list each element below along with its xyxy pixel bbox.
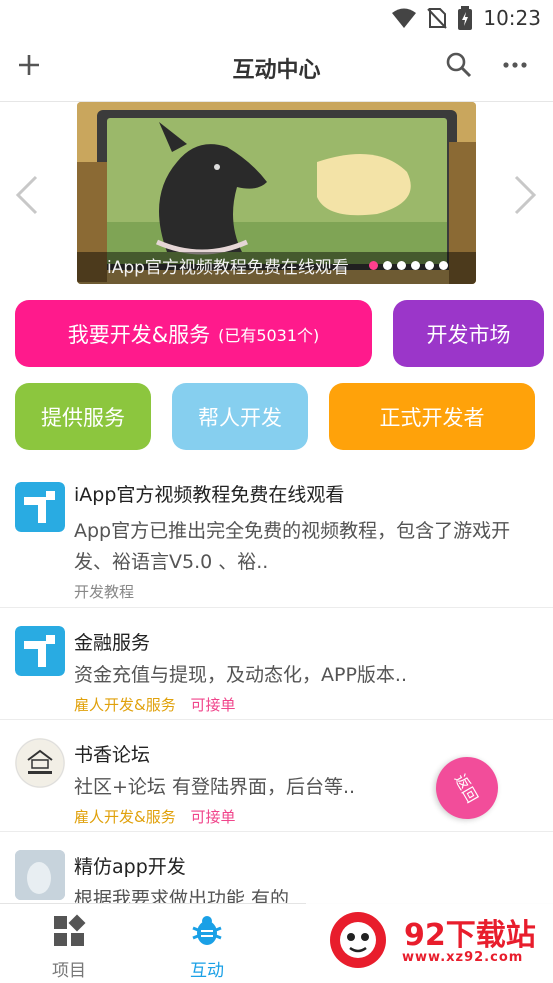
banner-dot[interactable] xyxy=(425,261,434,270)
status-icons: 10:23 xyxy=(391,6,541,30)
banner-caption: iApp官方视频教程免费在线观看 xyxy=(107,258,349,278)
banner-dot[interactable] xyxy=(383,261,392,270)
app-thumbnail-icon xyxy=(15,850,65,900)
develop-service-label: 我要开发&服务 xyxy=(67,322,211,347)
list-item-title: 书香论坛 xyxy=(74,744,151,766)
status-tag: 可接单 xyxy=(190,696,236,714)
banner-dot[interactable] xyxy=(397,261,406,270)
back-fab-label: 返回 xyxy=(451,770,482,806)
list-item[interactable]: iApp官方视频教程免费在线观看 App官方已推出完全免费的视频教程，包含了游戏… xyxy=(0,470,553,608)
help-develop-button[interactable]: 帮人开发 xyxy=(172,383,308,450)
tab-projects[interactable]: 项目 xyxy=(24,914,114,981)
dev-market-label: 开发市场 xyxy=(426,322,511,347)
app-bar: 互动中心 xyxy=(0,36,553,102)
banner-carousel: iApp官方视频教程免费在线观看 xyxy=(0,102,553,286)
chevron-right-icon[interactable] xyxy=(512,174,538,216)
provide-service-button[interactable]: 提供服务 xyxy=(15,383,151,450)
tab-interaction-label: 互动 xyxy=(190,961,224,981)
clock: 10:23 xyxy=(483,6,541,30)
category-tag: 开发教程 xyxy=(74,583,135,601)
tab-interaction[interactable]: 互动 xyxy=(162,914,252,981)
official-developer-button[interactable]: 正式开发者 xyxy=(329,383,535,450)
help-develop-label: 帮人开发 xyxy=(198,405,282,430)
site-watermark: 92下载站 www.xz92.com xyxy=(306,888,553,983)
bug-icon xyxy=(192,916,222,945)
banner-dot[interactable] xyxy=(369,261,378,270)
tab-projects-label: 项目 xyxy=(52,961,86,981)
list-item-tags: 雇人开发&服务 可接单 xyxy=(74,694,236,715)
list-item-tags: 开发教程 xyxy=(74,581,134,602)
list-item-title: 精仿app开发 xyxy=(74,856,186,878)
watermark-title: 92下载站 xyxy=(404,918,536,953)
forum-logo-icon xyxy=(15,738,65,788)
list-item-title: 金融服务 xyxy=(74,632,151,654)
iapp-logo-icon xyxy=(15,482,65,532)
iapp-logo-icon xyxy=(15,626,65,676)
develop-service-button[interactable]: 我要开发&服务 (已有5031个) xyxy=(15,300,372,367)
role-tag: 雇人开发&服务 xyxy=(74,696,176,714)
list-item-tags: 雇人开发&服务 可接单 xyxy=(74,806,236,827)
banner-dot[interactable] xyxy=(411,261,420,270)
list-item[interactable]: 金融服务 资金充值与提现，及动态化，APP版本.. 雇人开发&服务 可接单 xyxy=(0,608,553,720)
banner-indicator xyxy=(369,261,448,270)
list-item-title: iApp官方视频教程免费在线观看 xyxy=(74,484,345,506)
list-item-desc: 资金充值与提现，及动态化，APP版本.. xyxy=(74,664,407,686)
battery-charging-icon xyxy=(458,6,473,30)
dev-market-button[interactable]: 开发市场 xyxy=(393,300,544,367)
more-icon[interactable] xyxy=(500,50,530,80)
develop-service-count: (已有5031个) xyxy=(218,325,320,345)
banner-slide[interactable]: iApp官方视频教程免费在线观看 xyxy=(77,102,476,284)
official-developer-label: 正式开发者 xyxy=(379,405,485,430)
role-tag: 雇人开发&服务 xyxy=(74,808,176,826)
wifi-icon xyxy=(392,8,417,28)
no-sim-icon xyxy=(427,8,448,29)
search-icon[interactable] xyxy=(444,50,474,80)
banner-dot[interactable] xyxy=(439,261,448,270)
list-item-desc: App官方已推出完全免费的视频教程，包含了游戏开发、裕语言V5.0 、裕.. xyxy=(74,520,511,573)
status-tag: 可接单 xyxy=(190,808,236,826)
watermark-logo-icon xyxy=(330,912,386,968)
grid-icon xyxy=(54,914,86,946)
provide-service-label: 提供服务 xyxy=(41,405,125,430)
status-bar: 10:23 xyxy=(0,0,553,36)
watermark-url: www.xz92.com xyxy=(402,950,524,965)
chevron-left-icon[interactable] xyxy=(14,174,40,216)
